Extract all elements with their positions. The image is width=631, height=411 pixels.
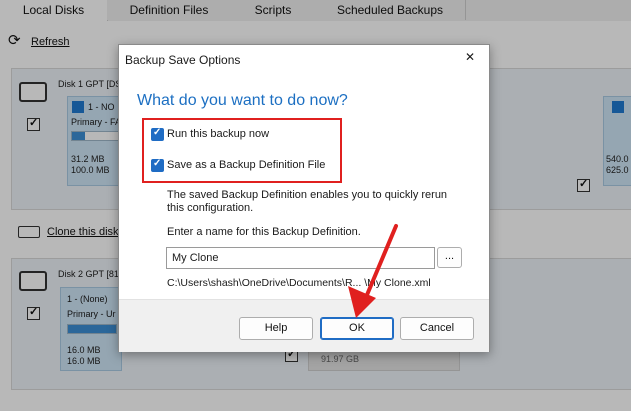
name-prompt: Enter a name for this Backup Definition. xyxy=(167,226,361,238)
annotation-arrow-icon xyxy=(348,224,398,318)
dialog-title-bar: Backup Save Options ✕ xyxy=(119,45,489,73)
dialog-title: Backup Save Options xyxy=(125,53,241,67)
backup-save-options-dialog: Backup Save Options ✕ What do you want t… xyxy=(118,44,490,352)
browse-button[interactable]: ... xyxy=(437,247,462,268)
cancel-button[interactable]: Cancel xyxy=(400,317,474,340)
close-icon[interactable]: ✕ xyxy=(465,50,475,64)
save-definition-checkbox[interactable] xyxy=(151,158,164,172)
run-now-checkbox[interactable] xyxy=(151,127,164,141)
help-button[interactable]: Help xyxy=(239,317,313,340)
dialog-footer: Help OK Cancel xyxy=(119,299,489,352)
dialog-heading: What do you want to do now? xyxy=(137,92,348,109)
definition-description: The saved Backup Definition enables you … xyxy=(167,189,448,214)
